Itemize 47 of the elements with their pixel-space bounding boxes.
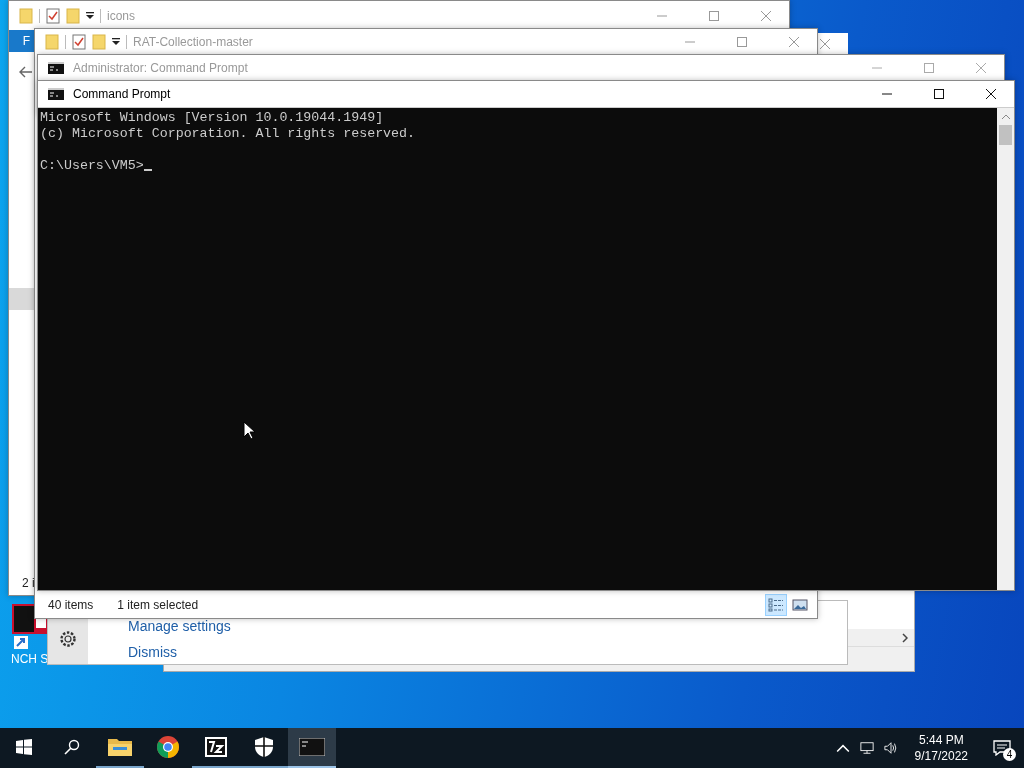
scroll-right-icon[interactable] (902, 632, 908, 643)
notification-link[interactable]: Manage settings (128, 618, 231, 634)
maximize-icon[interactable] (934, 89, 944, 99)
close-icon[interactable] (986, 89, 996, 99)
picture-thumbnail-icon (792, 598, 808, 612)
window-title: Command Prompt (73, 87, 171, 101)
window-title: RAT-Collection-master (133, 34, 253, 49)
status-text: 40 items (48, 598, 94, 612)
folder-icon (108, 737, 132, 757)
browser-icon (156, 735, 180, 759)
console-icon (48, 88, 64, 100)
window-title: icons (107, 8, 135, 23)
archiver-icon (205, 737, 227, 757)
windows-logo-icon (16, 739, 32, 755)
shield-icon (254, 736, 274, 758)
desktop-icon-label: NCH S (11, 652, 49, 666)
cursor-icon (243, 421, 255, 440)
scroll-thumb[interactable] (999, 125, 1012, 145)
settings-icon[interactable] (58, 628, 78, 649)
status-text: 1 item selected (117, 598, 199, 612)
console-line: Microsoft Windows [Version 10.0.19044.1949] (40, 110, 385, 126)
file-tab[interactable]: F (9, 30, 34, 52)
console-icon (48, 62, 64, 74)
details-list-icon (768, 598, 784, 612)
back-arrow-icon[interactable] (19, 66, 33, 78)
scroll-up-icon[interactable] (1001, 114, 1010, 119)
action-center-button[interactable]: 4 (980, 728, 1024, 768)
caret-icon[interactable] (86, 11, 94, 20)
console-prompt: C:\Users\VM5> (40, 158, 144, 174)
speaker-icon[interactable] (883, 741, 898, 755)
details-view-button[interactable] (765, 594, 787, 616)
notification-badge: 4 (1003, 748, 1016, 761)
checklist-icon[interactable] (46, 7, 60, 24)
notification-link[interactable]: Dismiss (128, 644, 231, 660)
scrollbar[interactable] (997, 108, 1014, 590)
caret-icon[interactable] (112, 37, 120, 46)
text-cursor (143, 169, 152, 171)
console-app-button[interactable] (288, 728, 336, 768)
status-text: 2 i (22, 576, 35, 590)
notification-icon (993, 740, 1011, 756)
window-title: Administrator: Command Prompt (73, 61, 248, 75)
console-line: (c) Microsoft Corporation. All rights reserved. (40, 126, 417, 142)
search-icon (64, 739, 80, 755)
checklist-icon[interactable] (72, 33, 86, 50)
clock[interactable]: 5:44 PM 9/17/2022 (902, 728, 980, 768)
network-icon[interactable] (859, 741, 874, 755)
console-icon (299, 738, 325, 756)
